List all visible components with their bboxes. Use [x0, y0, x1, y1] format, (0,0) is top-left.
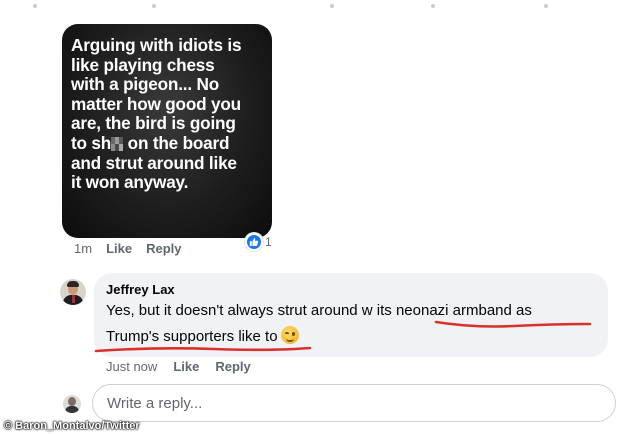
post-reply-button[interactable]: Reply — [146, 241, 181, 256]
meme-line: to sh on the board — [71, 132, 269, 154]
thumbs-up-glyph — [249, 238, 259, 246]
comment-body: Yes, but it doesn't always strut around … — [106, 298, 606, 350]
meme-line: are, the bird is going — [71, 113, 236, 134]
winking-face-icon — [280, 326, 299, 344]
post-action-row: 1m Like Reply — [74, 241, 181, 256]
meme-line: like playing chess — [71, 54, 215, 75]
comment-timestamp[interactable]: Just now — [106, 359, 157, 374]
comment-text-line-2-text: Trump's supporters like to — [106, 328, 278, 345]
meme-line: and strut around like — [71, 152, 237, 173]
meme-line: with a pigeon... No — [71, 74, 220, 95]
comment-action-row: Just now Like Reply — [106, 359, 251, 374]
meme-line: matter how good you — [71, 93, 241, 114]
thumbs-up-icon — [245, 233, 263, 251]
meme-line-suffix: on the board — [127, 132, 230, 153]
reply-input[interactable] — [92, 384, 616, 422]
comment-text-line-2: Trump's supporters like to — [106, 324, 606, 350]
image-credit-watermark: © Baron_Montalvo/Twitter — [4, 420, 140, 432]
comment-text-line-1: Yes, but it doesn't always strut around … — [106, 302, 532, 319]
post-timestamp[interactable]: 1m — [74, 241, 92, 256]
comment-reply-button[interactable]: Reply — [215, 359, 250, 374]
avatar-hair — [67, 281, 79, 287]
meme-caption: Arguing with idiots is like playing ches… — [71, 35, 269, 193]
pixelated-censor-block — [111, 136, 124, 151]
commenter-avatar[interactable] — [60, 279, 86, 305]
avatar-body — [65, 406, 79, 413]
reaction-count: 1 — [265, 235, 272, 249]
comment-like-button[interactable]: Like — [173, 359, 199, 374]
meme-line: it won anyway. — [71, 172, 189, 193]
comment-author-name[interactable]: Jeffrey Lax — [106, 282, 175, 297]
reaction-summary[interactable]: 1 — [245, 233, 272, 251]
avatar-head — [68, 397, 76, 406]
comment-bubble: Jeffrey Lax Yes, but it doesn't always s… — [94, 273, 608, 357]
top-cropped-edge — [0, 4, 634, 14]
avatar-tie — [72, 295, 75, 303]
current-user-avatar[interactable] — [63, 395, 81, 413]
meme-image[interactable]: Arguing with idiots is like playing ches… — [62, 24, 272, 238]
post-like-button[interactable]: Like — [106, 241, 132, 256]
meme-line-prefix: to sh — [71, 132, 112, 153]
meme-line: Arguing with idiots is — [71, 35, 242, 55]
